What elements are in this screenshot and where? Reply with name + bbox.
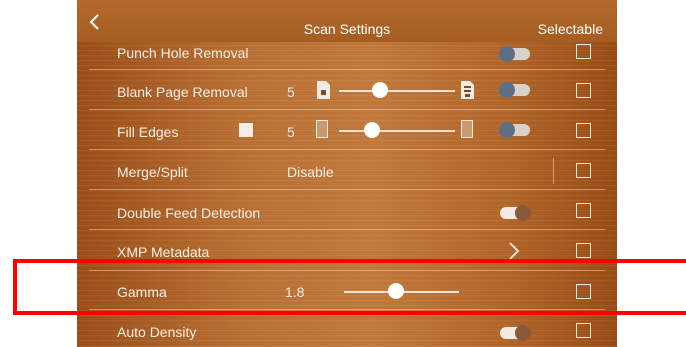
setting-row-merge-split[interactable]: Merge/Split Disable xyxy=(77,150,617,190)
chevron-right-icon[interactable] xyxy=(508,242,520,260)
punch-hole-removal-toggle[interactable] xyxy=(499,46,530,62)
merge-split-selectable-checkbox[interactable] xyxy=(576,163,591,178)
xmp-metadata-selectable-checkbox[interactable] xyxy=(576,243,591,258)
setting-label: Blank Page Removal xyxy=(117,84,248,100)
auto-density-selectable-checkbox[interactable] xyxy=(576,323,591,338)
blank-page-removal-toggle[interactable] xyxy=(499,82,530,98)
blank-page-low-icon xyxy=(317,81,330,99)
setting-label: Double Feed Detection xyxy=(117,205,261,221)
setting-label: Merge/Split xyxy=(117,164,188,180)
punch-hole-removal-selectable-checkbox[interactable] xyxy=(576,44,591,59)
gamma-highlight-box xyxy=(13,259,686,315)
blank-page-removal-selectable-checkbox[interactable] xyxy=(576,83,591,98)
fill-edges-slider-track[interactable] xyxy=(339,130,455,132)
blank-page-slider-track[interactable] xyxy=(339,90,455,92)
fill-edges-toggle[interactable] xyxy=(499,122,530,138)
setting-label: XMP Metadata xyxy=(117,244,210,260)
toggle-knob xyxy=(515,325,531,341)
setting-row-blank-page-removal[interactable]: Blank Page Removal 5 xyxy=(77,70,617,110)
setting-label: Punch Hole Removal xyxy=(117,45,249,61)
fill-edges-color-swatch[interactable] xyxy=(239,123,253,137)
setting-label: Auto Density xyxy=(117,324,197,340)
double-feed-selectable-checkbox[interactable] xyxy=(576,203,591,218)
fill-edges-value: 5 xyxy=(287,124,295,140)
column-separator xyxy=(553,158,554,184)
setting-row-fill-edges[interactable]: Fill Edges 5 xyxy=(77,110,617,150)
merge-split-value[interactable]: Disable xyxy=(287,164,334,180)
double-feed-detection-toggle[interactable] xyxy=(500,205,531,221)
top-bar: Scan Settings Selectable xyxy=(77,0,617,42)
fill-edges-slider-thumb[interactable] xyxy=(364,122,380,138)
fill-edges-selectable-checkbox[interactable] xyxy=(576,123,591,138)
page-title: Scan Settings xyxy=(303,21,391,37)
setting-label: Fill Edges xyxy=(117,124,179,140)
fill-edges-large-icon xyxy=(461,120,473,138)
toggle-knob xyxy=(499,82,515,98)
auto-density-toggle[interactable] xyxy=(500,325,531,341)
toggle-knob xyxy=(499,122,515,138)
blank-page-high-icon xyxy=(461,81,474,99)
setting-row-double-feed-detection[interactable]: Double Feed Detection xyxy=(77,190,617,230)
toggle-knob xyxy=(515,205,531,221)
blank-page-removal-value: 5 xyxy=(287,84,295,100)
toggle-knob xyxy=(499,46,515,62)
setting-row-auto-density[interactable]: Auto Density xyxy=(77,310,617,347)
selectable-column-header: Selectable xyxy=(537,21,603,37)
fill-edges-small-icon xyxy=(316,120,328,138)
blank-page-slider-thumb[interactable] xyxy=(372,82,388,98)
